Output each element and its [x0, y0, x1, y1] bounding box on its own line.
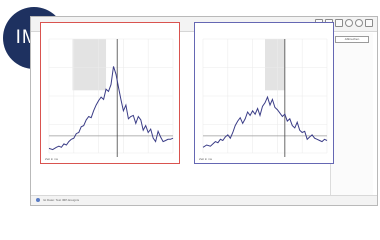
- export-icon[interactable]: [335, 19, 343, 27]
- help-icon[interactable]: [355, 19, 363, 27]
- series-line-left-0: [48, 66, 174, 151]
- status-icon: [36, 198, 40, 202]
- panel-footer-left: Zeit in ms: [45, 157, 59, 161]
- line-chart-left: [41, 23, 179, 163]
- line-chart-left-svg: [48, 38, 174, 157]
- settings-icon[interactable]: [345, 19, 353, 27]
- side-panel: Abbrechen: [330, 33, 373, 201]
- shade-region-right-0: [265, 39, 285, 91]
- status-bar: Ist Datei: Test IMP-Ereignis: [31, 195, 377, 205]
- line-chart-right-svg: [202, 38, 328, 157]
- line-chart-right: [195, 23, 333, 163]
- series-line-right-0: [202, 95, 328, 148]
- cancel-button[interactable]: Abbrechen: [335, 36, 369, 43]
- shade-region-left-0: [72, 39, 107, 91]
- panel-footer-right: Zeit in ms: [199, 157, 213, 161]
- chart-panel-right: Zeit in ms: [194, 22, 334, 164]
- close-icon[interactable]: [365, 19, 373, 27]
- status-text: Ist Datei: Test IMP-Ereignis: [43, 198, 80, 202]
- chart-panel-left: Zeit in ms: [40, 22, 180, 164]
